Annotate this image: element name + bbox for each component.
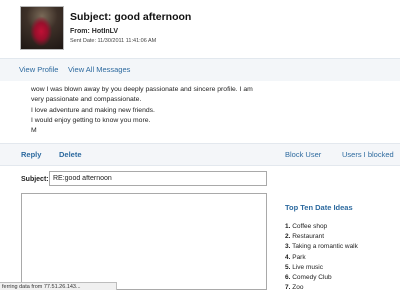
message-subject-title: Subject: good afternoon <box>70 11 192 23</box>
message-line: M <box>31 127 37 135</box>
list-item: 1. Coffee shop <box>285 223 328 230</box>
list-item: 3. Taking a romantic walk <box>285 243 358 251</box>
list-item: 7. Zoo <box>285 284 304 292</box>
delete-button[interactable]: Delete <box>59 150 82 159</box>
list-item: 2. Restaurant <box>285 233 325 241</box>
sender-name: HotInLV <box>91 28 119 35</box>
reply-subject-label: Subject: <box>21 176 49 183</box>
users-blocked-link[interactable]: Users I blocked <box>342 150 394 159</box>
view-all-messages-link[interactable]: View All Messages <box>68 65 130 74</box>
list-item: 6. Comedy Club <box>285 274 332 282</box>
block-user-link[interactable]: Block User <box>285 150 321 159</box>
view-profile-link[interactable]: View Profile <box>19 65 58 74</box>
sent-date-value: 11/30/2011 11:41:06 AM <box>97 38 157 44</box>
message-line: I love adventure and making new friends. <box>31 106 155 114</box>
message-line: very passionate and compassionate. <box>31 96 142 104</box>
message-line: I would enjoy getting to know you more. <box>31 116 151 124</box>
message-header: Subject: good afternoon From: HotInLV Se… <box>0 0 400 58</box>
reply-button[interactable]: Reply <box>21 150 41 159</box>
sent-date-line: Sent Date: 11/30/2011 11:41:06 AM <box>70 38 156 44</box>
list-item: 5. Live music <box>285 263 323 271</box>
date-ideas-list: 1. Coffee shop 2. Restaurant 3. Taking a… <box>285 222 358 293</box>
message-nav-bar: View Profile View All Messages <box>0 58 400 81</box>
sent-date-label: Sent Date: <box>70 38 96 44</box>
from-label: From: <box>70 28 90 35</box>
reply-body-textarea[interactable] <box>21 193 267 290</box>
list-item: 4. Park <box>285 253 306 261</box>
reply-subject-input[interactable] <box>49 171 267 186</box>
sender-avatar[interactable] <box>20 6 64 50</box>
date-ideas-title: Top Ten Date Ideas <box>285 203 353 212</box>
from-line: From: HotInLV <box>70 28 118 35</box>
message-action-bar: Reply Delete Block User Users I blocked <box>0 143 400 166</box>
message-line: wow I was blown away by you deeply passi… <box>31 86 253 93</box>
browser-status-bar: ferring data from 77.51.26.143... <box>0 282 117 290</box>
message-body: wow I was blown away by you deeply passi… <box>31 85 371 136</box>
